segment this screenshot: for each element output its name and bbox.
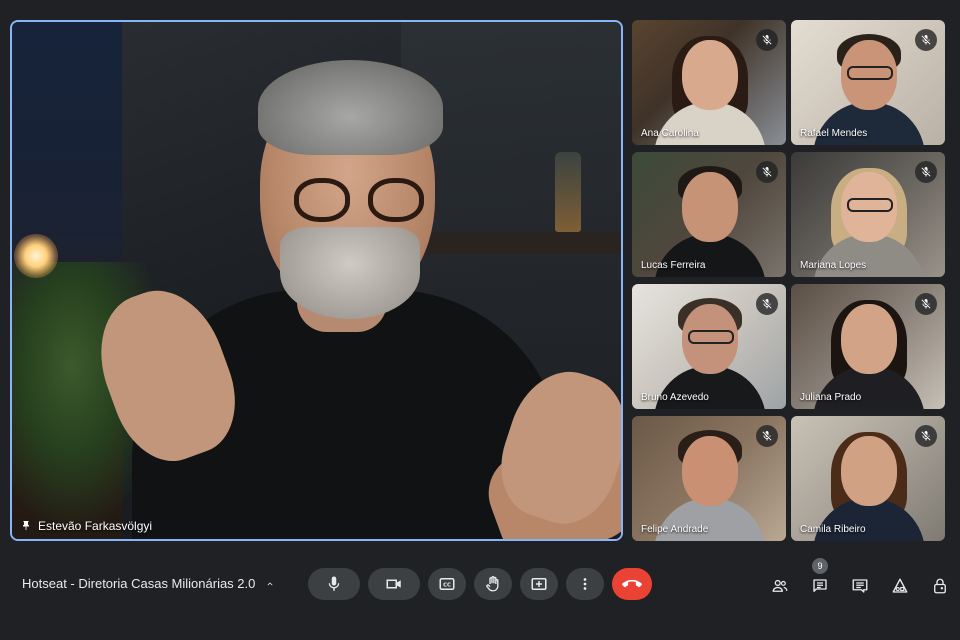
participant-name: Ana Carolina (641, 128, 699, 139)
background-vase (555, 152, 581, 232)
speaker-hair (258, 60, 443, 155)
present-screen-icon (530, 575, 548, 593)
chat-unread-badge: 9 (812, 558, 828, 574)
mic-off-icon (915, 425, 937, 447)
call-controls: CC (308, 568, 652, 600)
pin-icon[interactable] (20, 520, 32, 532)
more-options-button[interactable] (566, 568, 604, 600)
mic-off-icon (915, 161, 937, 183)
call-end-icon (622, 574, 642, 594)
mic-icon (325, 575, 343, 593)
participant-name: Felipe Andrade (641, 524, 709, 535)
videocam-icon (385, 575, 403, 593)
tools-button[interactable] (880, 574, 920, 598)
participant-name: Juliana Prado (800, 392, 862, 403)
participant-name: Camila Ribeiro (800, 524, 866, 535)
speaker-beard (280, 227, 420, 319)
chevron-up-icon (265, 579, 275, 589)
participant-tile[interactable]: Ana Carolina (632, 20, 786, 145)
shapes-icon (891, 577, 909, 595)
mic-off-icon (915, 293, 937, 315)
main-speaker-name-tag: Estevão Farkasvölgyi (20, 519, 152, 533)
mic-off-icon (915, 29, 937, 51)
speaker-glasses (284, 172, 434, 222)
people-icon (771, 577, 789, 595)
captions-button[interactable]: CC (428, 568, 466, 600)
mic-off-icon (756, 29, 778, 51)
background-shelf (411, 232, 621, 254)
raise-hand-button[interactable] (474, 568, 512, 600)
mic-off-icon (756, 293, 778, 315)
host-controls-button[interactable] (920, 574, 960, 598)
microphone-button[interactable] (308, 568, 360, 600)
chat-button[interactable]: 9 (800, 558, 840, 598)
participant-tile[interactable]: Camila Ribeiro (791, 416, 945, 541)
mic-off-icon (756, 425, 778, 447)
leave-call-button[interactable] (612, 568, 652, 600)
participant-tile[interactable]: Bruno Azevedo (632, 284, 786, 409)
participant-tile[interactable]: Felipe Andrade (632, 416, 786, 541)
participant-tile[interactable]: Juliana Prado (791, 284, 945, 409)
meeting-details-toggle[interactable]: Hotseat - Diretoria Casas Milionárias 2.… (22, 576, 275, 591)
camera-button[interactable] (368, 568, 420, 600)
participant-tile[interactable]: Lucas Ferreira (632, 152, 786, 277)
chat-icon (811, 577, 829, 595)
present-button[interactable] (520, 568, 558, 600)
participant-name: Rafael Mendes (800, 128, 868, 139)
participant-name: Bruno Azevedo (641, 392, 709, 403)
comment-icon (851, 577, 869, 595)
lock-person-icon (931, 577, 949, 595)
mic-off-icon (756, 161, 778, 183)
closed-captions-icon: CC (438, 575, 456, 593)
main-speaker-tile[interactable]: Estevão Farkasvölgyi (10, 20, 623, 541)
activities-button[interactable] (840, 574, 880, 598)
main-speaker-name: Estevão Farkasvölgyi (38, 519, 153, 533)
more-vert-icon (576, 575, 594, 593)
side-panel-buttons: 9 (760, 558, 960, 598)
meet-call-screen: Estevão Farkasvölgyi Ana Carolina Rafael… (0, 0, 960, 640)
meeting-title: Hotseat - Diretoria Casas Milionárias 2.… (22, 576, 256, 591)
background-lamp (14, 234, 58, 278)
participant-tile[interactable]: Rafael Mendes (791, 20, 945, 145)
svg-text:CC: CC (443, 583, 451, 589)
participant-tile[interactable]: Mariana Lopes (791, 152, 945, 277)
hand-icon (484, 575, 502, 593)
participant-name: Lucas Ferreira (641, 260, 706, 271)
bottom-control-bar: Hotseat - Diretoria Casas Milionárias 2.… (0, 558, 960, 608)
people-button[interactable] (760, 574, 800, 598)
participant-name: Mariana Lopes (800, 260, 867, 271)
